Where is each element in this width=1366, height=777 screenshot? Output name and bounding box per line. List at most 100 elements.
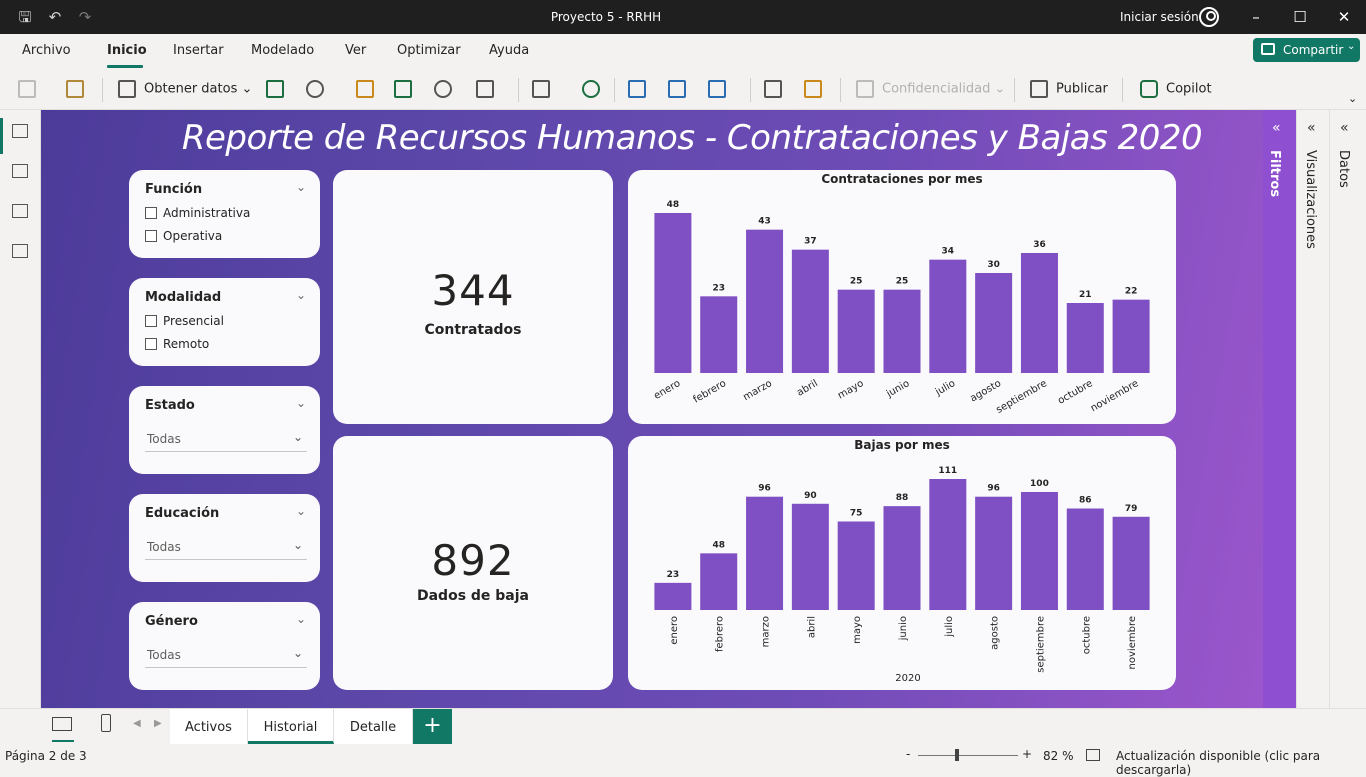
model-view-icon[interactable] <box>12 204 28 218</box>
slicer-funcion[interactable]: Función ⌄ Administrativa Operativa <box>129 170 320 258</box>
slicer-modalidad[interactable]: Modalidad ⌄ Presencial Remoto <box>129 278 320 366</box>
share-button[interactable]: Compartir ⌄ <box>1253 38 1360 62</box>
zoom-in-button[interactable]: + <box>1022 747 1032 761</box>
chevron-down-icon[interactable]: ⌄ <box>296 288 306 302</box>
data-pane[interactable]: « Datos <box>1329 110 1366 708</box>
minimize-icon[interactable]: – <box>1246 8 1266 26</box>
fit-to-page-icon[interactable] <box>1086 749 1100 761</box>
bar[interactable] <box>654 213 692 373</box>
tab-activos[interactable]: Activos <box>170 709 248 744</box>
text-box-button[interactable] <box>668 80 694 100</box>
bar[interactable] <box>929 479 967 610</box>
slicer-estado[interactable]: Estado ⌄ Todas ⌄ <box>129 386 320 474</box>
bar[interactable] <box>1020 253 1058 373</box>
more-visuals-button[interactable] <box>708 80 734 100</box>
dataverse-button[interactable] <box>434 80 460 100</box>
tab-detalle[interactable]: Detalle <box>334 709 413 744</box>
slicer-option[interactable]: Remoto <box>145 337 209 351</box>
checkbox[interactable] <box>145 315 157 327</box>
bar[interactable] <box>975 273 1013 373</box>
expand-icon[interactable]: « <box>1340 120 1349 136</box>
slicer-option[interactable]: Operativa <box>145 229 222 243</box>
bar[interactable] <box>791 249 829 373</box>
bar[interactable] <box>654 582 692 610</box>
bar[interactable] <box>700 553 738 610</box>
bar[interactable] <box>700 296 738 373</box>
chart-bajas[interactable]: 23 enero 48 febrero 96 marzo 90 abril 75 mayo 88 ju… <box>628 436 1176 690</box>
get-data-button[interactable]: Obtener datos ⌄ <box>118 80 252 100</box>
excel-button[interactable] <box>266 80 292 100</box>
new-visual-button[interactable] <box>628 80 654 100</box>
zoom-slider-thumb[interactable] <box>955 749 959 761</box>
format-painter-button[interactable] <box>66 80 92 100</box>
sensitivity-button[interactable]: Confidencialidad ⌄ <box>856 80 1005 100</box>
bar[interactable] <box>791 503 829 610</box>
report-view-icon[interactable] <box>12 124 28 138</box>
bar[interactable] <box>1112 516 1150 610</box>
publish-button[interactable]: Publicar <box>1030 80 1108 100</box>
zoom-out-button[interactable]: - <box>906 747 910 761</box>
kpi-card-contratados[interactable]: 344 Contratados <box>333 170 613 424</box>
slicer-option[interactable]: Presencial <box>145 314 224 328</box>
enter-data-button[interactable] <box>394 80 420 100</box>
menu-ver[interactable]: Ver <box>345 43 366 58</box>
bar[interactable] <box>975 496 1013 610</box>
bar[interactable] <box>1066 303 1104 373</box>
maximize-icon[interactable]: ☐ <box>1290 8 1310 26</box>
bar[interactable] <box>746 496 784 610</box>
bar[interactable] <box>1066 508 1104 610</box>
scroll-right-icon[interactable]: ▶ <box>154 718 162 729</box>
slicer-educacion[interactable]: Educación ⌄ Todas ⌄ <box>129 494 320 582</box>
bar[interactable] <box>837 521 875 610</box>
expand-icon[interactable]: « <box>1307 120 1316 136</box>
paste-button[interactable] <box>18 80 44 100</box>
add-page-button[interactable]: + <box>413 709 452 744</box>
slicer-dropdown[interactable]: Todas ⌄ <box>145 428 307 452</box>
menu-insertar[interactable]: Insertar <box>173 43 224 58</box>
filters-pane[interactable]: « Filtros <box>1263 110 1296 708</box>
bar[interactable] <box>1112 299 1150 373</box>
bar[interactable] <box>746 229 784 373</box>
slicer-genero[interactable]: Género ⌄ Todas ⌄ <box>129 602 320 690</box>
update-available-link[interactable]: Actualización disponible (clic para desc… <box>1116 749 1366 777</box>
chevron-down-icon[interactable]: ⌄ <box>296 612 306 626</box>
collapse-ribbon-icon[interactable]: ⌄ <box>1348 92 1357 112</box>
onelake-button[interactable] <box>306 80 332 100</box>
checkbox[interactable] <box>145 230 157 242</box>
visualizations-pane[interactable]: « Visualizaciones <box>1296 110 1329 708</box>
signin-link[interactable]: Iniciar sesión <box>1120 10 1199 24</box>
close-icon[interactable]: ✕ <box>1334 8 1354 26</box>
chevron-down-icon[interactable]: ⌄ <box>296 396 306 410</box>
menu-archivo[interactable]: Archivo <box>22 43 71 58</box>
menu-modelado[interactable]: Modelado <box>251 43 314 58</box>
scroll-left-icon[interactable]: ◀ <box>133 718 141 729</box>
bar[interactable] <box>837 289 875 373</box>
desktop-layout-icon[interactable] <box>52 717 72 731</box>
slicer-dropdown[interactable]: Todas ⌄ <box>145 536 307 560</box>
chart-contrataciones[interactable]: 48 enero 23 febrero 43 marzo 37 abril 25 mayo 25 ju… <box>628 170 1176 424</box>
zoom-level[interactable]: 82 % <box>1043 749 1074 763</box>
bar[interactable] <box>883 289 921 373</box>
kpi-card-bajas[interactable]: 892 Dados de baja <box>333 436 613 690</box>
zoom-slider[interactable] <box>918 755 1018 756</box>
slicer-dropdown[interactable]: Todas ⌄ <box>145 644 307 668</box>
avatar-icon[interactable] <box>1199 7 1219 27</box>
bar[interactable] <box>1020 491 1058 610</box>
checkbox[interactable] <box>145 207 157 219</box>
bar[interactable] <box>883 506 921 610</box>
new-measure-button[interactable] <box>764 80 790 100</box>
recent-sources-button[interactable] <box>476 80 502 100</box>
expand-icon[interactable]: « <box>1272 120 1281 136</box>
checkbox[interactable] <box>145 338 157 350</box>
slicer-option[interactable]: Administrativa <box>145 206 250 220</box>
chevron-down-icon[interactable]: ⌄ <box>296 180 306 194</box>
table-view-icon[interactable] <box>12 164 28 178</box>
refresh-button[interactable] <box>582 80 608 100</box>
tab-historial[interactable]: Historial <box>248 709 334 744</box>
chevron-down-icon[interactable]: ⌄ <box>296 504 306 518</box>
bar[interactable] <box>929 259 967 373</box>
mobile-layout-icon[interactable] <box>101 714 111 732</box>
quick-measure-button[interactable] <box>804 80 830 100</box>
sql-button[interactable] <box>356 80 382 100</box>
menu-inicio[interactable]: Inicio <box>107 43 147 58</box>
